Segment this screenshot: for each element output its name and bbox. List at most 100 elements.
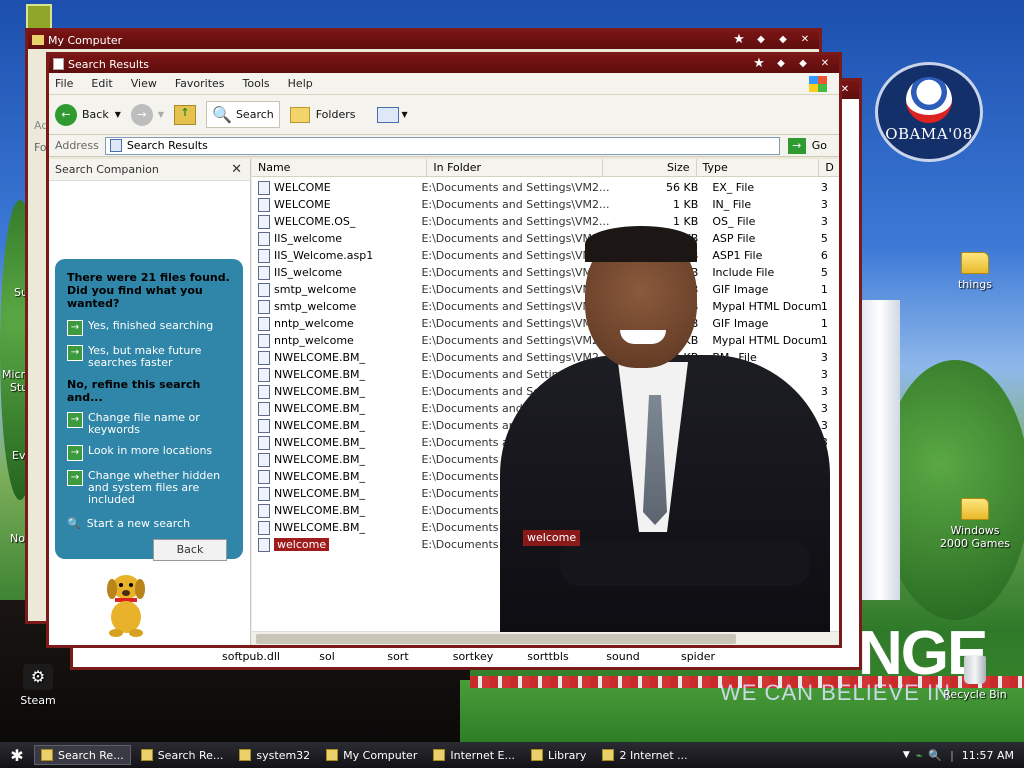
minimize-icon[interactable]: ◆ xyxy=(753,33,769,47)
file-date: 3 xyxy=(820,402,828,415)
address-input[interactable]: Search Results xyxy=(104,136,780,155)
file-row[interactable]: WELCOME E:\Documents and Settings\VM2... 5… xyxy=(252,179,839,196)
star-icon[interactable]: ★ xyxy=(751,57,767,71)
start-button[interactable]: ✱ xyxy=(0,746,34,765)
search-button[interactable]: 🔍 Search xyxy=(206,101,280,128)
file-row[interactable]: smtp_welcome E:\Documents and Settings\VM… xyxy=(252,298,839,315)
close-icon[interactable]: ✕ xyxy=(797,33,813,47)
option-new-search[interactable]: 🔍 Start a new search xyxy=(67,518,233,530)
search-tray-icon[interactable]: 🔍 xyxy=(928,749,942,762)
file-row[interactable]: WELCOME E:\Documents and Settings\VM2... 1… xyxy=(252,196,839,213)
file-name-cell: welcome xyxy=(252,537,415,552)
desktop-icon-steam[interactable]: ⚙ Steam xyxy=(0,664,78,707)
minimize-icon[interactable]: ◆ xyxy=(773,57,789,71)
file-name: smtp_welcome xyxy=(274,283,357,296)
option-change-name[interactable]: → Change file name or keywords xyxy=(67,412,233,436)
file-label[interactable]: sorttbls xyxy=(505,650,591,663)
taskbar: ✱ Search Re... Search Re... system32 My Com… xyxy=(0,742,1024,768)
folders-button[interactable]: Folders xyxy=(289,106,355,123)
file-name: NWELCOME.BM_ xyxy=(274,453,365,466)
taskbar-button[interactable]: Search Re... xyxy=(34,745,131,765)
column-header-type[interactable]: Type xyxy=(697,159,820,177)
taskbar-button[interactable]: Library xyxy=(525,745,592,765)
taskbar-button[interactable]: Search Re... xyxy=(135,745,230,765)
file-row[interactable]: nntp_welcome E:\Documents and Settings\VM… xyxy=(252,332,839,349)
companion-back-button[interactable]: Back xyxy=(153,539,227,561)
close-icon[interactable]: ✕ xyxy=(817,57,833,71)
star-icon[interactable]: ★ xyxy=(731,33,747,47)
tray-expand-icon[interactable]: ▼ xyxy=(903,750,910,760)
desktop-icon-things[interactable]: things xyxy=(935,252,1015,291)
file-row[interactable]: IIS_welcome E:\Documents and Settings\VM2… xyxy=(252,264,839,281)
file-row[interactable]: IIS_Welcome.asp1 E:\Documents and Setting… xyxy=(252,247,839,264)
results-question: There were 21 files found. Did you find … xyxy=(67,271,230,310)
icon-view-filenames: softpub.dll sol sort sortkey sorttbls so… xyxy=(73,647,859,665)
option-yes-faster[interactable]: → Yes, but make future searches faster xyxy=(67,345,233,369)
dropdown-arrow-icon[interactable]: ▼ xyxy=(158,110,164,119)
menu-favorites[interactable]: Favorites xyxy=(175,77,225,90)
views-button[interactable]: ▼ xyxy=(377,106,408,123)
file-icon xyxy=(258,520,270,535)
option-more-locations[interactable]: → Look in more locations xyxy=(67,445,233,461)
taskbar-button[interactable]: My Computer xyxy=(320,745,423,765)
forward-arrow-icon: → xyxy=(130,103,153,126)
task-icon xyxy=(530,749,543,761)
taskbar-button[interactable]: Internet E... xyxy=(427,745,521,765)
menu-tools[interactable]: Tools xyxy=(243,77,270,90)
file-row[interactable]: nntp_welcome E:\Documents and Settings\VM… xyxy=(252,315,839,332)
file-date: 3 xyxy=(820,385,828,398)
option-yes-finished[interactable]: → Yes, finished searching xyxy=(67,320,233,336)
file-name-cell: smtp_welcome xyxy=(252,299,415,314)
go-button[interactable]: → Go xyxy=(787,137,827,154)
menu-view[interactable]: View xyxy=(131,77,157,90)
clock[interactable]: 11:57 AM xyxy=(962,749,1014,762)
arrow-icon: → xyxy=(67,320,83,336)
menu-help[interactable]: Help xyxy=(288,77,313,90)
column-header-size[interactable]: Size xyxy=(603,159,697,177)
dog-icon xyxy=(107,575,145,637)
horizontal-scrollbar[interactable] xyxy=(252,631,839,645)
option-hidden-files[interactable]: → Change whether hidden and system files… xyxy=(67,470,233,506)
scrollbar-thumb[interactable] xyxy=(256,634,736,644)
file-size: 56 KB xyxy=(666,181,699,194)
column-header-in-folder[interactable]: In Folder xyxy=(427,159,603,177)
window-title: My Computer xyxy=(48,33,123,47)
file-row[interactable]: WELCOME.OS_ E:\Documents and Settings\VM2… xyxy=(252,213,839,230)
my-computer-titlebar[interactable]: My Computer ★ ◆ ◆ ✕ xyxy=(28,31,819,49)
search-dog-character[interactable] xyxy=(101,571,151,637)
network-icon[interactable]: ⌁ xyxy=(916,749,923,762)
menu-bar: File Edit View Favorites Tools Help xyxy=(49,73,839,95)
file-icon xyxy=(258,384,270,399)
desktop-icon-windows-2000-games[interactable]: Windows 2000 Games xyxy=(935,498,1015,550)
file-name: NWELCOME.BM_ xyxy=(274,521,365,534)
column-header-date[interactable]: D xyxy=(819,159,839,177)
up-folder-button[interactable]: ↑ xyxy=(174,104,197,125)
menu-file[interactable]: File xyxy=(55,77,73,90)
dropdown-arrow-icon[interactable]: ▼ xyxy=(115,110,121,119)
file-row[interactable]: IIS_welcome E:\Documents and Settings\VM2… xyxy=(252,230,839,247)
taskbar-button[interactable]: 2 Internet ... xyxy=(596,745,693,765)
task-icon xyxy=(239,749,252,761)
taskbar-button[interactable]: system32 xyxy=(233,745,316,765)
file-date: 3 xyxy=(820,419,828,432)
maximize-icon[interactable]: ◆ xyxy=(795,57,811,71)
menu-edit[interactable]: Edit xyxy=(91,77,112,90)
magnifier-icon: 🔍 xyxy=(67,517,81,530)
maximize-icon[interactable]: ◆ xyxy=(775,33,791,47)
close-icon[interactable]: ✕ xyxy=(231,162,242,177)
back-button[interactable]: ← Back ▼ xyxy=(55,103,121,126)
search-results-titlebar[interactable]: Search Results ★ ◆ ◆ ✕ xyxy=(49,55,839,73)
column-header-name[interactable]: Name xyxy=(252,159,428,177)
forward-button[interactable]: → ▼ xyxy=(130,103,164,126)
file-label[interactable]: sol xyxy=(299,650,355,663)
task-label: system32 xyxy=(256,748,311,762)
file-label[interactable]: sound xyxy=(591,650,655,663)
desktop-icon-recycle-bin[interactable]: Recycle Bin xyxy=(935,656,1015,701)
file-label[interactable]: spider xyxy=(655,650,741,663)
back-arrow-icon: ← xyxy=(55,103,77,126)
file-label[interactable]: sort xyxy=(355,650,441,663)
file-label[interactable]: softpub.dll xyxy=(203,650,299,663)
file-row[interactable]: smtp_welcome E:\Documents and Settings\VM… xyxy=(252,281,839,298)
file-label[interactable]: sortkey xyxy=(441,650,505,663)
file-name-cell: WELCOME xyxy=(252,180,415,195)
